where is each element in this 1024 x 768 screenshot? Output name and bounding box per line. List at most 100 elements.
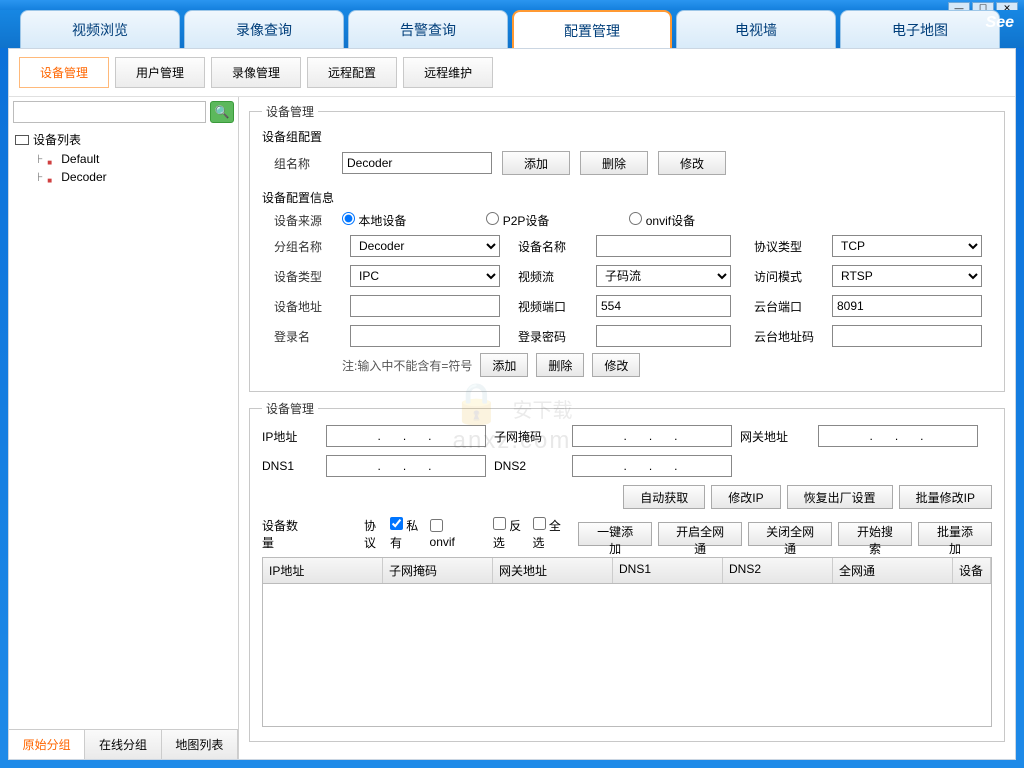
- label-access-mode: 访问模式: [754, 268, 814, 285]
- group-config-title: 设备组配置: [262, 128, 992, 145]
- search-button[interactable]: 🔍: [210, 101, 234, 123]
- list-icon: [15, 135, 29, 145]
- label-video-port: 视频端口: [518, 298, 578, 315]
- col-dns2[interactable]: DNS2: [723, 558, 833, 583]
- btn-one-click-add[interactable]: 一键添加: [578, 522, 652, 546]
- btn-group-delete[interactable]: 删除: [580, 151, 648, 175]
- col-dns1[interactable]: DNS1: [613, 558, 723, 583]
- input-ip[interactable]: [326, 425, 486, 447]
- group-icon: [47, 154, 57, 164]
- legend-net-manage: 设备管理: [262, 400, 318, 417]
- label-protocol2: 协议: [364, 517, 384, 551]
- btn-group-add[interactable]: 添加: [502, 151, 570, 175]
- input-dns1[interactable]: [326, 455, 486, 477]
- select-access-mode[interactable]: RTSP: [832, 265, 982, 287]
- tab-video-browse[interactable]: 视频浏览: [20, 10, 180, 48]
- tree-root[interactable]: 设备列表: [15, 131, 232, 148]
- sidetab-online-group[interactable]: 在线分组: [85, 730, 161, 759]
- input-video-port[interactable]: [596, 295, 731, 317]
- sidetab-original-group[interactable]: 原始分组: [9, 730, 85, 759]
- tab-emap[interactable]: 电子地图: [840, 10, 1000, 48]
- input-device-name[interactable]: [596, 235, 731, 257]
- select-protocol[interactable]: TCP: [832, 235, 982, 257]
- label-ip: IP地址: [262, 428, 318, 445]
- label-gateway: 网关地址: [740, 428, 810, 445]
- subtab-record-manage[interactable]: 录像管理: [211, 57, 301, 88]
- label-device-count: 设备数量: [262, 517, 302, 551]
- subtab-user-manage[interactable]: 用户管理: [115, 57, 205, 88]
- input-ptz-addr[interactable]: [832, 325, 982, 347]
- sidetab-map-list[interactable]: 地图列表: [162, 730, 238, 759]
- input-login[interactable]: [350, 325, 500, 347]
- input-password[interactable]: [596, 325, 731, 347]
- radio-onvif-device[interactable]: onvif设备: [629, 212, 695, 229]
- col-ip[interactable]: IP地址: [263, 558, 383, 583]
- device-tree: 设备列表 ⊦ Default ⊦ Decoder: [9, 127, 238, 729]
- label-protocol: 协议类型: [754, 238, 814, 255]
- chk-select-all[interactable]: 全选: [533, 517, 567, 551]
- tree-item-decoder[interactable]: ⊦ Decoder: [15, 170, 232, 184]
- note-text: 注:输入中不能含有=符号: [342, 357, 472, 374]
- col-device[interactable]: 设备: [953, 558, 991, 583]
- tab-record-query[interactable]: 录像查询: [184, 10, 344, 48]
- label-ptz-addr: 云台地址码: [754, 328, 814, 345]
- input-group-name[interactable]: [342, 152, 492, 174]
- label-stream: 视频流: [518, 268, 578, 285]
- btn-open-all-net[interactable]: 开启全网通: [658, 522, 742, 546]
- search-input[interactable]: [13, 101, 206, 123]
- chk-invert[interactable]: 反选: [493, 517, 527, 551]
- search-icon: 🔍: [215, 105, 230, 119]
- radio-local-device[interactable]: 本地设备: [342, 212, 406, 229]
- chk-private[interactable]: 私有: [390, 517, 424, 551]
- btn-modify-ip[interactable]: 修改IP: [711, 485, 780, 509]
- label-dns2: DNS2: [494, 459, 564, 473]
- app-logo: See: [986, 14, 1014, 32]
- chk-onvif[interactable]: onvif: [430, 519, 465, 549]
- tab-alarm-query[interactable]: 告警查询: [348, 10, 508, 48]
- network-fieldset: 设备管理 IP地址 子网掩码 网关地址 DNS1 DNS2 自动获取: [249, 400, 1005, 742]
- col-allnet[interactable]: 全网通: [833, 558, 953, 583]
- subtab-remote-maintain[interactable]: 远程维护: [403, 57, 493, 88]
- btn-factory-reset[interactable]: 恢复出厂设置: [787, 485, 893, 509]
- label-device-type: 设备类型: [262, 268, 332, 285]
- input-gateway[interactable]: [818, 425, 978, 447]
- btn-dev-delete[interactable]: 删除: [536, 353, 584, 377]
- col-mask[interactable]: 子网掩码: [383, 558, 493, 583]
- btn-batch-add[interactable]: 批量添加: [918, 522, 992, 546]
- sub-tab-bar: 设备管理 用户管理 录像管理 远程配置 远程维护: [9, 49, 1015, 97]
- btn-auto-get[interactable]: 自动获取: [623, 485, 705, 509]
- input-dns2[interactable]: [572, 455, 732, 477]
- select-group[interactable]: Decoder: [350, 235, 500, 257]
- subtab-remote-config[interactable]: 远程配置: [307, 57, 397, 88]
- btn-close-all-net[interactable]: 关闭全网通: [748, 522, 832, 546]
- tab-tv-wall[interactable]: 电视墙: [676, 10, 836, 48]
- btn-dev-add[interactable]: 添加: [480, 353, 528, 377]
- subtab-device-manage[interactable]: 设备管理: [19, 57, 109, 88]
- tree-root-label: 设备列表: [33, 131, 81, 148]
- tree-item-default[interactable]: ⊦ Default: [15, 152, 232, 166]
- col-gateway[interactable]: 网关地址: [493, 558, 613, 583]
- btn-start-search[interactable]: 开始搜索: [838, 522, 912, 546]
- input-device-addr[interactable]: [350, 295, 500, 317]
- label-device-addr: 设备地址: [262, 298, 332, 315]
- label-mask: 子网掩码: [494, 428, 564, 445]
- select-stream[interactable]: 子码流: [596, 265, 731, 287]
- tab-config-manage[interactable]: 配置管理: [512, 10, 672, 48]
- select-device-type[interactable]: IPC: [350, 265, 500, 287]
- tree-item-label: Decoder: [61, 170, 106, 184]
- label-group-name: 组名称: [262, 155, 332, 172]
- label-ptz-port: 云台端口: [754, 298, 814, 315]
- input-mask[interactable]: [572, 425, 732, 447]
- label-login: 登录名: [262, 328, 332, 345]
- label-password: 登录密码: [518, 328, 578, 345]
- input-ptz-port[interactable]: [832, 295, 982, 317]
- btn-batch-modify-ip[interactable]: 批量修改IP: [899, 485, 992, 509]
- btn-group-modify[interactable]: 修改: [658, 151, 726, 175]
- btn-dev-modify[interactable]: 修改: [592, 353, 640, 377]
- label-device-source: 设备来源: [262, 212, 332, 229]
- label-group: 分组名称: [262, 238, 332, 255]
- main-tab-bar: 视频浏览 录像查询 告警查询 配置管理 电视墙 电子地图 See: [0, 10, 1024, 48]
- device-group-fieldset: 设备管理 设备组配置 组名称 添加 删除 修改 设备配置信息 设备来源 本地设备…: [249, 103, 1005, 392]
- label-device-name: 设备名称: [518, 238, 578, 255]
- radio-p2p-device[interactable]: P2P设备: [486, 212, 549, 229]
